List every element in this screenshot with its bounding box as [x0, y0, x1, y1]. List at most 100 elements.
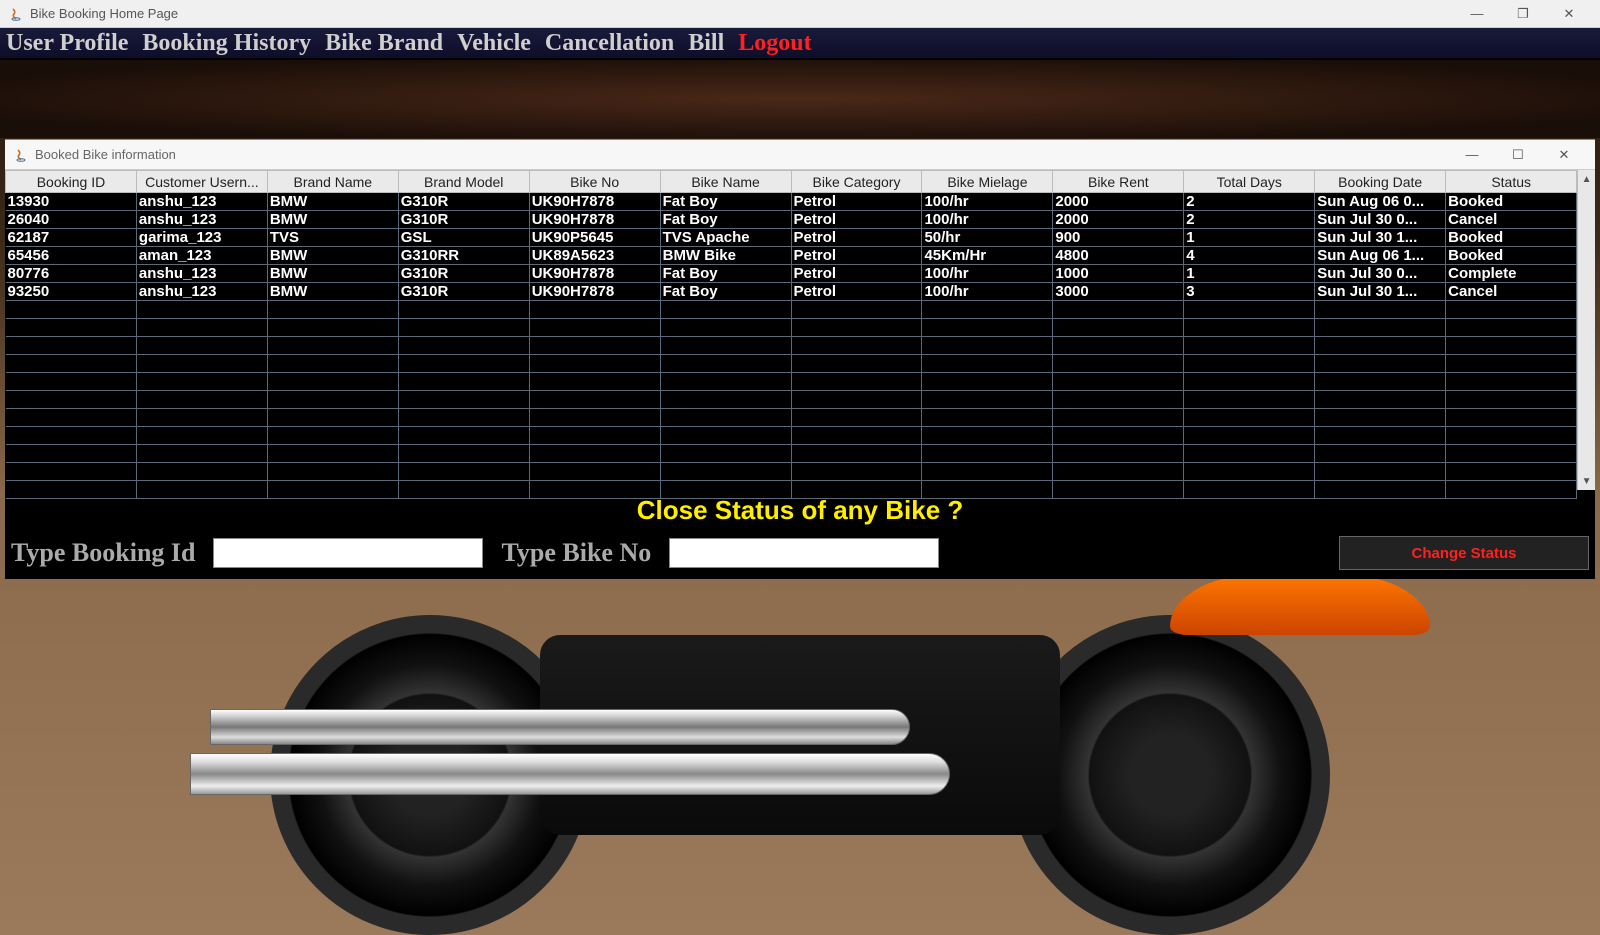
table-cell [1053, 481, 1184, 499]
table-cell: 100/hr [922, 193, 1053, 211]
table-cell [1184, 427, 1315, 445]
column-header[interactable]: Bike No [529, 171, 660, 193]
column-header[interactable]: Booking Date [1315, 171, 1446, 193]
table-cell: Petrol [791, 247, 922, 265]
column-header[interactable]: Brand Model [398, 171, 529, 193]
column-header[interactable]: Bike Rent [1053, 171, 1184, 193]
table-cell: 26040 [6, 211, 137, 229]
table-cell [791, 319, 922, 337]
table-cell [267, 337, 398, 355]
table-row[interactable]: 80776anshu_123BMWG310RUK90H7878Fat BoyPe… [6, 265, 1577, 283]
table-cell [1446, 373, 1577, 391]
table-cell [1315, 445, 1446, 463]
table-cell [1315, 337, 1446, 355]
table-row[interactable] [6, 301, 1577, 319]
maximize-button[interactable]: ❐ [1500, 0, 1546, 28]
table-row[interactable]: 62187garima_123TVSGSLUK90P5645TVS Apache… [6, 229, 1577, 247]
table-cell [267, 373, 398, 391]
table-cell [1053, 355, 1184, 373]
menu-vehicle[interactable]: Vehicle [457, 30, 531, 57]
outer-window-title: Bike Booking Home Page [30, 6, 178, 21]
table-row[interactable]: 65456aman_123BMWG310RRUK89A5623BMW BikeP… [6, 247, 1577, 265]
menu-booking-history[interactable]: Booking History [142, 30, 311, 57]
column-header[interactable]: Bike Name [660, 171, 791, 193]
table-cell: 100/hr [922, 211, 1053, 229]
table-cell: 2 [1184, 193, 1315, 211]
column-header[interactable]: Brand Name [267, 171, 398, 193]
column-header[interactable]: Booking ID [6, 171, 137, 193]
table-cell: 4800 [1053, 247, 1184, 265]
table-cell [529, 445, 660, 463]
table-cell: 13930 [6, 193, 137, 211]
menu-logout[interactable]: Logout [738, 30, 811, 57]
menu-bike-brand[interactable]: Bike Brand [325, 30, 443, 57]
table-row[interactable]: 13930anshu_123BMWG310RUK90H7878Fat BoyPe… [6, 193, 1577, 211]
scroll-up-icon[interactable]: ▲ [1578, 170, 1595, 188]
menu-cancellation[interactable]: Cancellation [545, 30, 674, 57]
table-row[interactable] [6, 355, 1577, 373]
booking-id-input[interactable] [213, 538, 483, 568]
close-status-heading: Close Status of any Bike ? [637, 495, 964, 526]
table-cell [529, 355, 660, 373]
java-icon [8, 6, 24, 22]
column-header[interactable]: Customer Usern... [136, 171, 267, 193]
table-cell [791, 301, 922, 319]
inner-window-title: Booked Bike information [35, 147, 176, 162]
column-header[interactable]: Bike Category [791, 171, 922, 193]
table-cell [660, 391, 791, 409]
table-cell: Petrol [791, 193, 922, 211]
close-button[interactable]: ✕ [1541, 141, 1587, 169]
table-cell [6, 391, 137, 409]
table-row[interactable] [6, 337, 1577, 355]
table-cell: 100/hr [922, 265, 1053, 283]
table-cell [1446, 301, 1577, 319]
table-row[interactable] [6, 445, 1577, 463]
table-cell [791, 445, 922, 463]
table-cell [791, 463, 922, 481]
table-row[interactable]: 93250anshu_123BMWG310RUK90H7878Fat BoyPe… [6, 283, 1577, 301]
minimize-button[interactable]: — [1454, 0, 1500, 28]
table-row[interactable] [6, 373, 1577, 391]
table-cell: Petrol [791, 229, 922, 247]
vertical-scrollbar[interactable]: ▲ ▼ [1577, 170, 1595, 490]
table-cell: UK89A5623 [529, 247, 660, 265]
table-row[interactable] [6, 409, 1577, 427]
table-cell: UK90H7878 [529, 283, 660, 301]
menu-bill[interactable]: Bill [688, 30, 724, 57]
table-cell: UK90H7878 [529, 265, 660, 283]
table-cell [267, 409, 398, 427]
table-cell [1446, 337, 1577, 355]
table-row[interactable] [6, 319, 1577, 337]
change-status-button[interactable]: Change Status [1339, 536, 1589, 570]
outer-window-titlebar: Bike Booking Home Page — ❐ ✕ [0, 0, 1600, 28]
table-cell: 50/hr [922, 229, 1053, 247]
table-cell: Sun Jul 30 1... [1315, 229, 1446, 247]
menu-user-profile[interactable]: User Profile [6, 30, 128, 57]
scroll-track[interactable] [1578, 188, 1595, 472]
bike-no-input[interactable] [669, 538, 939, 568]
table-cell: 45Km/Hr [922, 247, 1053, 265]
column-header[interactable]: Bike Mielage [922, 171, 1053, 193]
column-header[interactable]: Status [1446, 171, 1577, 193]
column-header[interactable]: Total Days [1184, 171, 1315, 193]
table-row[interactable] [6, 427, 1577, 445]
maximize-button[interactable]: ☐ [1495, 141, 1541, 169]
booked-bike-table[interactable]: Booking IDCustomer Usern...Brand NameBra… [5, 170, 1577, 499]
table-row[interactable]: 26040anshu_123BMWG310RUK90H7878Fat BoyPe… [6, 211, 1577, 229]
table-cell: 65456 [6, 247, 137, 265]
table-cell [136, 355, 267, 373]
table-cell: 62187 [6, 229, 137, 247]
table-cell [791, 427, 922, 445]
table-cell [398, 319, 529, 337]
table-cell: TVS Apache [660, 229, 791, 247]
table-row[interactable] [6, 391, 1577, 409]
table-cell: anshu_123 [136, 283, 267, 301]
minimize-button[interactable]: — [1449, 141, 1495, 169]
close-button[interactable]: ✕ [1546, 0, 1592, 28]
table-cell [922, 355, 1053, 373]
table-cell [660, 355, 791, 373]
table-cell [922, 427, 1053, 445]
scroll-down-icon[interactable]: ▼ [1578, 472, 1595, 490]
table-cell [6, 445, 137, 463]
table-row[interactable] [6, 463, 1577, 481]
